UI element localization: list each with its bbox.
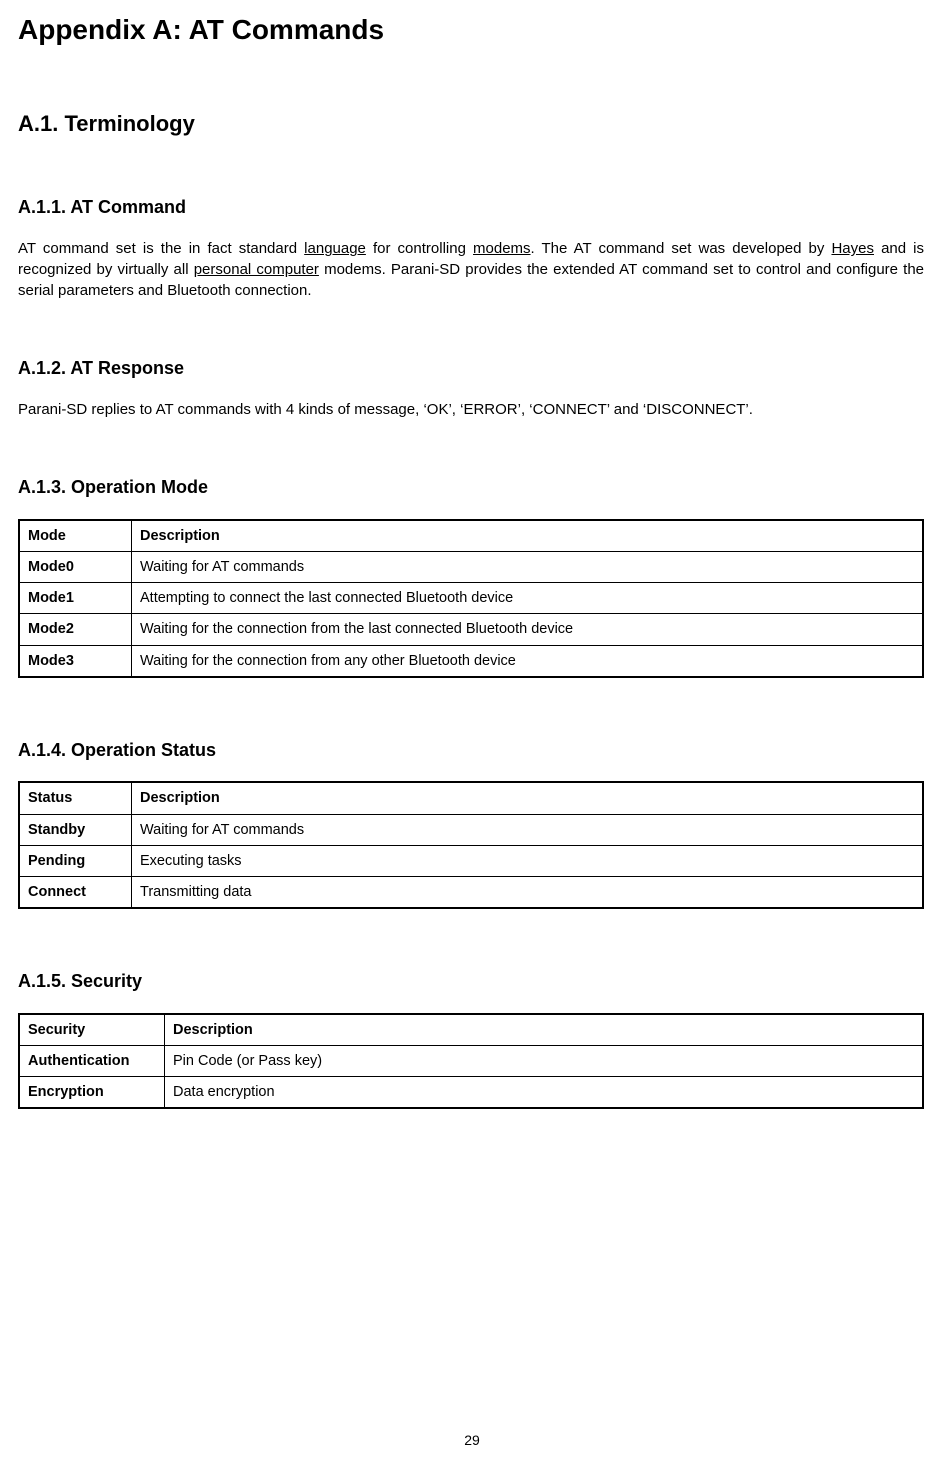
table-cell: Attempting to connect the last connected… xyxy=(132,583,924,614)
table-header-row: Security Description xyxy=(19,1014,923,1046)
table-operation-mode: Mode Description Mode0 Waiting for AT co… xyxy=(18,519,924,678)
paragraph-at-command: AT command set is the in fact standard l… xyxy=(18,238,924,301)
table-cell: Pin Code (or Pass key) xyxy=(165,1045,924,1076)
table-cell: Pending xyxy=(19,845,132,876)
table-header-cell: Description xyxy=(165,1014,924,1046)
table-row: Pending Executing tasks xyxy=(19,845,923,876)
text-segment: AT command set is the in fact standard xyxy=(18,240,304,257)
heading-operation-mode: A.1.3. Operation Mode xyxy=(18,475,924,500)
text-segment: . The AT command set was developed by xyxy=(531,240,832,257)
page-title: Appendix A: AT Commands xyxy=(18,10,924,49)
table-cell: Mode3 xyxy=(19,645,132,677)
table-cell: Standby xyxy=(19,814,132,845)
table-header-cell: Security xyxy=(19,1014,165,1046)
link-language[interactable]: language xyxy=(304,240,366,257)
paragraph-at-response: Parani-SD replies to AT commands with 4 … xyxy=(18,399,924,420)
page-number: 29 xyxy=(0,1431,944,1451)
table-cell: Mode0 xyxy=(19,551,132,582)
heading-operation-status: A.1.4. Operation Status xyxy=(18,738,924,763)
table-cell: Mode1 xyxy=(19,583,132,614)
table-row: Mode1 Attempting to connect the last con… xyxy=(19,583,923,614)
table-header-cell: Mode xyxy=(19,520,132,552)
text-segment: for controlling xyxy=(366,240,473,257)
heading-security: A.1.5. Security xyxy=(18,969,924,994)
table-header-cell: Description xyxy=(132,520,924,552)
table-operation-mode-wrap: Mode Description Mode0 Waiting for AT co… xyxy=(18,519,924,678)
heading-terminology: A.1. Terminology xyxy=(18,109,924,140)
link-personal-computer[interactable]: personal computer xyxy=(194,261,319,278)
table-row: Mode0 Waiting for AT commands xyxy=(19,551,923,582)
table-cell: Waiting for AT commands xyxy=(132,551,924,582)
page-container: Appendix A: AT Commands A.1. Terminology… xyxy=(0,0,944,1463)
table-security-wrap: Security Description Authentication Pin … xyxy=(18,1013,924,1110)
table-row: Encryption Data encryption xyxy=(19,1077,923,1109)
table-cell: Waiting for the connection from any othe… xyxy=(132,645,924,677)
table-cell: Connect xyxy=(19,877,132,909)
table-row: Mode3 Waiting for the connection from an… xyxy=(19,645,923,677)
table-cell: Mode2 xyxy=(19,614,132,645)
link-modems[interactable]: modems xyxy=(473,240,531,257)
table-cell: Waiting for the connection from the last… xyxy=(132,614,924,645)
table-header-row: Status Description xyxy=(19,782,923,814)
heading-at-response: A.1.2. AT Response xyxy=(18,356,924,381)
table-row: Authentication Pin Code (or Pass key) xyxy=(19,1045,923,1076)
table-header-cell: Description xyxy=(132,782,924,814)
table-cell: Transmitting data xyxy=(132,877,924,909)
table-operation-status: Status Description Standby Waiting for A… xyxy=(18,781,924,909)
table-header-row: Mode Description xyxy=(19,520,923,552)
table-cell: Data encryption xyxy=(165,1077,924,1109)
table-cell: Encryption xyxy=(19,1077,165,1109)
table-cell: Waiting for AT commands xyxy=(132,814,924,845)
table-header-cell: Status xyxy=(19,782,132,814)
table-row: Standby Waiting for AT commands xyxy=(19,814,923,845)
table-row: Connect Transmitting data xyxy=(19,877,923,909)
heading-at-command: A.1.1. AT Command xyxy=(18,195,924,220)
table-operation-status-wrap: Status Description Standby Waiting for A… xyxy=(18,781,924,909)
link-hayes[interactable]: Hayes xyxy=(831,240,874,257)
table-cell: Authentication xyxy=(19,1045,165,1076)
table-row: Mode2 Waiting for the connection from th… xyxy=(19,614,923,645)
table-security: Security Description Authentication Pin … xyxy=(18,1013,924,1110)
table-cell: Executing tasks xyxy=(132,845,924,876)
